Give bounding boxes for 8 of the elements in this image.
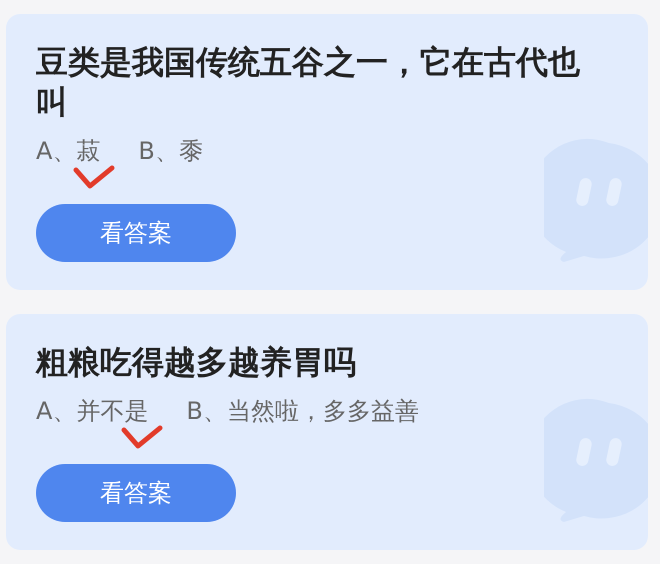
answer-option: A、菽 bbox=[36, 137, 100, 165]
answer-option: B、当然啦，多多益善 bbox=[186, 397, 419, 425]
view-answer-button[interactable]: 看答案 bbox=[36, 204, 236, 262]
answer-option: B、黍 bbox=[138, 137, 203, 165]
answer-option: A、并不是 bbox=[36, 397, 148, 425]
question-text: 粗粮吃得越多越养胃吗 bbox=[36, 342, 357, 382]
view-answer-button[interactable]: 看答案 bbox=[36, 464, 236, 522]
question-text: 豆类是我国传统五谷之一，它在古代也叫 bbox=[36, 42, 581, 122]
